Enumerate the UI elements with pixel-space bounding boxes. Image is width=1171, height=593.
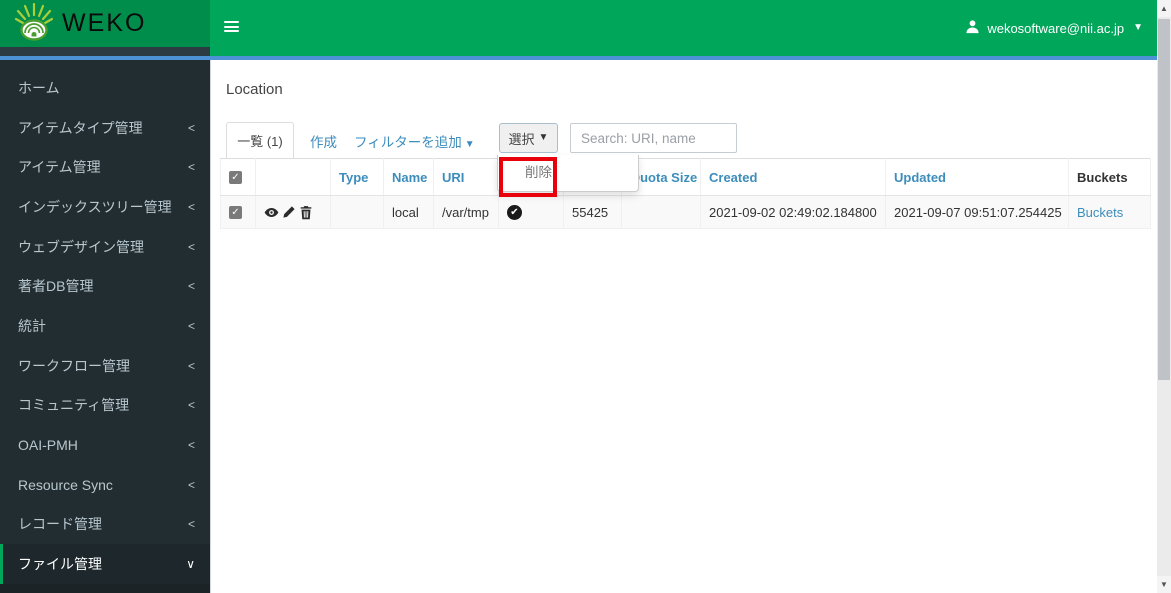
main-content: Location 一覧 (1) 作成 フィルターを追加▼ 選択▼ ✓ Type …: [210, 60, 1157, 593]
sidebar-item-record-management[interactable]: レコード管理 <: [0, 505, 210, 545]
file-management-submenu: Location: [0, 584, 210, 593]
hamburger-menu-icon[interactable]: [224, 21, 239, 34]
sidebar-subitem-location[interactable]: Location: [0, 584, 210, 593]
cell-size: 55425: [563, 195, 622, 229]
scrollbar-up-arrow-icon[interactable]: ▲: [1157, 0, 1171, 17]
weko-admin-page: WEKO wekosoftware@nii.ac.jp ▼ ホーム アイテムタイ…: [0, 0, 1171, 593]
table-header-row: ✓ Type Name URI Quota Size Created Updat…: [220, 158, 1151, 196]
select-dropdown-button[interactable]: 選択 ▼: [499, 123, 558, 153]
column-header-type[interactable]: Type: [330, 158, 384, 196]
location-table: ✓ Type Name URI Quota Size Created Updat…: [220, 158, 1151, 229]
column-header-uri[interactable]: URI: [433, 158, 499, 196]
sidebar-item-workflow-management[interactable]: ワークフロー管理 <: [0, 346, 210, 386]
tab-list[interactable]: 一覧 (1): [226, 122, 294, 158]
tab-add-filter[interactable]: フィルターを追加 ▼: [354, 131, 475, 151]
cell-quota-size: [621, 195, 701, 229]
search-input[interactable]: [570, 123, 737, 153]
sidebar-item-itemtype-management[interactable]: アイテムタイプ管理 <: [0, 108, 210, 148]
select-all-header-cell: ✓: [220, 158, 256, 196]
column-header-buckets: Buckets: [1068, 158, 1151, 196]
table-row: ✓ local /var/tmp ✔ 55425 2021-09-02 02:4…: [220, 195, 1151, 229]
sidebar-item-oai-pmh[interactable]: OAI-PMH <: [0, 425, 210, 465]
sidebar-menu: ホーム アイテムタイプ管理 < アイテム管理 < インデックスツリー管理 < ウ…: [0, 60, 210, 593]
sidebar-item-resource-sync[interactable]: Resource Sync <: [0, 465, 210, 505]
cell-type: [330, 195, 384, 229]
column-header-updated[interactable]: Updated: [885, 158, 1069, 196]
sidebar-item-item-management[interactable]: アイテム管理 <: [0, 147, 210, 187]
chevron-left-icon: <: [187, 477, 195, 492]
page-title: Location: [226, 81, 283, 98]
chevron-left-icon: <: [187, 279, 195, 294]
cell-name: local: [383, 195, 434, 229]
brand-logo-area[interactable]: WEKO: [0, 0, 210, 47]
user-icon: [965, 19, 980, 37]
dropdown-item-delete[interactable]: 削除: [498, 155, 638, 191]
sidebar-item-authordb-management[interactable]: 著者DB管理 <: [0, 266, 210, 306]
top-navbar: WEKO wekosoftware@nii.ac.jp ▼: [0, 0, 1157, 56]
chevron-left-icon: <: [187, 318, 195, 333]
row-actions-cell: [255, 195, 331, 229]
user-account-menu[interactable]: wekosoftware@nii.ac.jp ▼: [965, 0, 1143, 56]
scrollbar-down-arrow-icon[interactable]: ▼: [1157, 576, 1171, 593]
default-check-circle-icon: ✔: [507, 204, 522, 220]
buckets-link[interactable]: Buckets: [1077, 205, 1123, 220]
sidebar-item-statistics[interactable]: 統計 <: [0, 306, 210, 346]
sidebar-item-community-management[interactable]: コミュニティ管理 <: [0, 386, 210, 426]
weko-rainbow-logo-icon: [14, 0, 54, 47]
sidebar-item-indextree-management[interactable]: インデックスツリー管理 <: [0, 187, 210, 227]
sidebar-item-webdesign-management[interactable]: ウェブデザイン管理 <: [0, 227, 210, 267]
chevron-left-icon: <: [187, 517, 195, 532]
column-header-created[interactable]: Created: [700, 158, 886, 196]
brand-title: WEKO: [62, 9, 147, 37]
cell-default: ✔: [498, 195, 564, 229]
user-email: wekosoftware@nii.ac.jp: [987, 20, 1125, 36]
row-checkbox[interactable]: ✓: [229, 205, 242, 219]
chevron-left-icon: <: [187, 358, 195, 373]
row-select-cell: ✓: [220, 195, 256, 229]
sidebar-item-file-management[interactable]: ファイル管理 ∨: [0, 544, 210, 584]
chevron-left-icon: <: [187, 120, 195, 135]
tab-create[interactable]: 作成: [310, 131, 337, 151]
chevron-left-icon: <: [187, 160, 195, 175]
caret-down-icon: ▼: [538, 132, 549, 143]
chevron-left-icon: <: [187, 438, 195, 453]
caret-down-icon: ▼: [1133, 22, 1143, 33]
actions-header-cell: [255, 158, 331, 196]
delete-trash-icon[interactable]: [299, 205, 313, 220]
select-dropdown-menu: 削除: [497, 155, 639, 192]
chevron-down-icon: ∨: [186, 557, 195, 572]
cell-uri: /var/tmp: [433, 195, 499, 229]
brand-column: WEKO: [0, 0, 210, 56]
cell-created: 2021-09-02 02:49:02.184800: [700, 195, 886, 229]
column-header-name[interactable]: Name: [383, 158, 434, 196]
caret-down-icon: ▼: [464, 139, 475, 150]
cell-updated: 2021-09-07 09:51:07.254425: [885, 195, 1069, 229]
chevron-left-icon: <: [187, 398, 195, 413]
sidebar-item-home[interactable]: ホーム: [0, 68, 210, 108]
scrollbar-thumb[interactable]: [1158, 19, 1170, 380]
vertical-scrollbar[interactable]: ▲ ▼: [1157, 0, 1171, 593]
select-all-checkbox[interactable]: ✓: [229, 170, 242, 184]
view-eye-icon[interactable]: [264, 205, 279, 220]
edit-pencil-icon[interactable]: [282, 205, 296, 219]
navbar-green: wekosoftware@nii.ac.jp ▼: [210, 0, 1157, 56]
cell-buckets: Buckets: [1068, 195, 1151, 229]
chevron-left-icon: <: [187, 199, 195, 214]
chevron-left-icon: <: [187, 239, 195, 254]
